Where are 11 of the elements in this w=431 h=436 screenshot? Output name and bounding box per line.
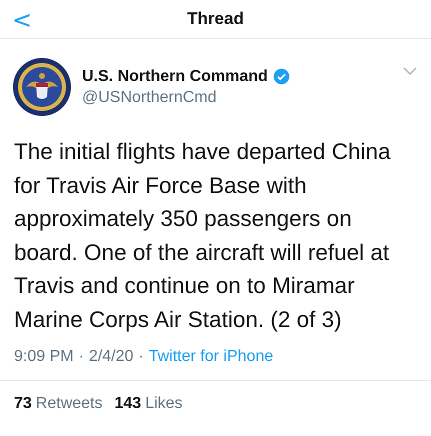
tweet-date: 2/4/20 bbox=[88, 348, 134, 366]
avatar-emblem-icon[interactable] bbox=[12, 57, 72, 117]
stat-count[interactable]: 73 Retweets bbox=[14, 395, 102, 413]
stat-count[interactable]: 143 Likes bbox=[114, 395, 183, 413]
tweet-time: 9:09 PM bbox=[14, 348, 74, 366]
separator-dot: · bbox=[78, 348, 84, 366]
separator-dot: · bbox=[138, 348, 144, 366]
author-name[interactable]: U.S. Northern Command bbox=[82, 68, 268, 86]
author-handle: @USNorthernCmd bbox=[82, 88, 218, 106]
page-title: Thread bbox=[187, 9, 244, 29]
tweet-text: The initial flights have departed China for Travis Air Force Base with approximately 350 passengers on board. One of the aircraft will refuel at Travis and continue on to Miramar Marine Corps Air Station. (2 of 3) bbox=[14, 138, 392, 334]
